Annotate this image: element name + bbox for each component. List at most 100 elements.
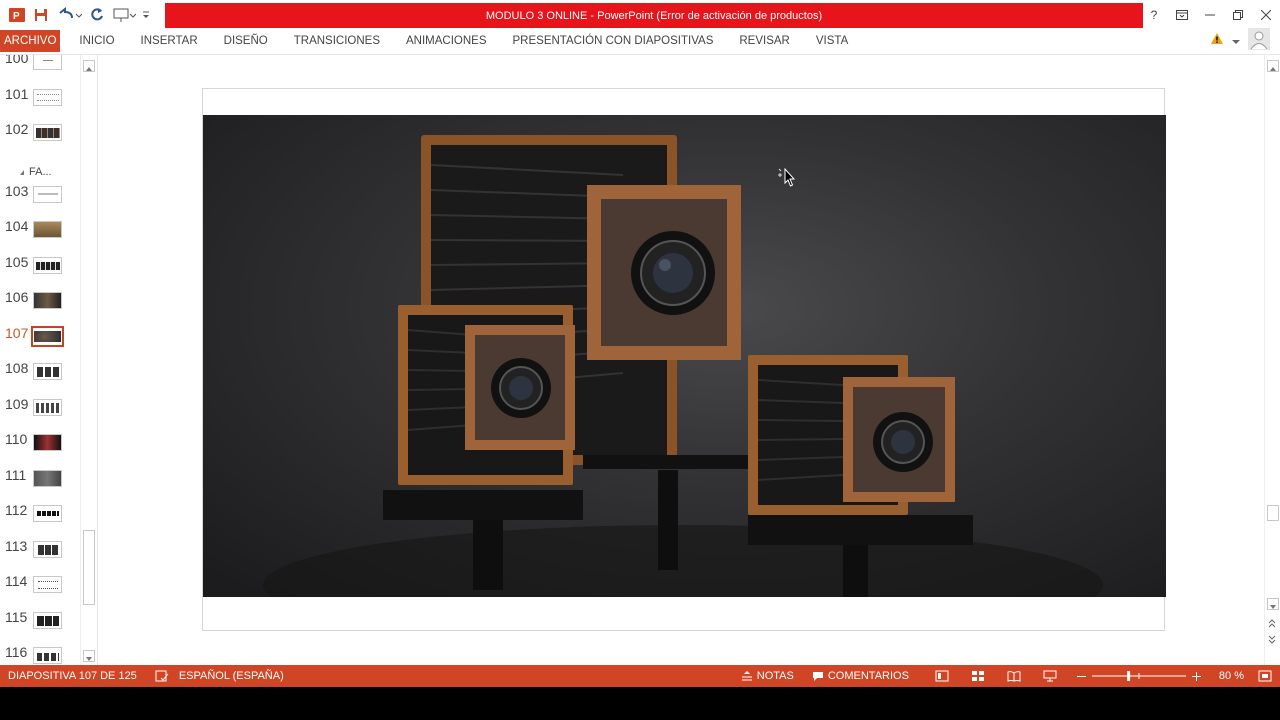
- thumbnail-slide-109[interactable]: 109: [0, 393, 80, 423]
- user-avatar-icon[interactable]: [1248, 27, 1270, 55]
- minimize-icon[interactable]: [1196, 0, 1224, 30]
- thumbnail-slide-110[interactable]: 110: [0, 428, 80, 458]
- previous-slide-icon[interactable]: [1267, 615, 1279, 628]
- quick-access-toolbar: P: [0, 0, 152, 30]
- comments-icon: [812, 671, 823, 681]
- slide-counter[interactable]: DIAPOSITIVA 107 DE 125: [8, 670, 137, 682]
- scroll-thumb[interactable]: [83, 530, 95, 605]
- fit-slide-icon[interactable]: [1258, 670, 1272, 682]
- thumbnail-slide-111[interactable]: 111: [0, 464, 80, 494]
- status-left: DIAPOSITIVA 107 DE 125 ESPAÑOL (ESPAÑA): [0, 665, 284, 687]
- thumbnail-number: 106: [5, 289, 29, 305]
- thumbnail-image: [33, 612, 62, 629]
- thumbnail-image: [33, 55, 62, 70]
- help-button[interactable]: ?: [1140, 0, 1168, 30]
- thumbnail-number: 110: [5, 431, 28, 447]
- thumbnail-number: 100: [5, 55, 29, 66]
- slide-thumbnails-panel[interactable]: 100 101 102 FA... 103 104 105 106 107 10…: [0, 55, 80, 665]
- restore-icon[interactable]: [1224, 0, 1252, 30]
- window-controls: ?: [1140, 0, 1280, 30]
- current-slide[interactable]: [202, 88, 1166, 631]
- thumbnail-slide-101[interactable]: 101: [0, 83, 80, 113]
- tab-vista[interactable]: VISTA: [803, 30, 861, 52]
- save-icon[interactable]: [30, 4, 52, 26]
- normal-view-icon[interactable]: [935, 670, 949, 682]
- thumbnail-slide-105[interactable]: 105: [0, 251, 80, 281]
- account-area: [1210, 27, 1270, 55]
- thumbnail-image: [33, 576, 62, 593]
- notes-button[interactable]: NOTAS: [741, 670, 794, 682]
- thumbnail-number: 107: [5, 325, 29, 341]
- tab-animaciones[interactable]: ANIMACIONES: [393, 30, 500, 52]
- section-label: FA...: [29, 166, 52, 178]
- scroll-up-icon[interactable]: [1267, 60, 1279, 72]
- thumbnail-slide-106[interactable]: 106: [0, 286, 80, 316]
- thumbnail-slide-113[interactable]: 113: [0, 535, 80, 565]
- slideshow-view-icon[interactable]: [1043, 670, 1057, 682]
- ribbon-display-options-icon[interactable]: [1168, 0, 1196, 30]
- slide-scrollbar[interactable]: [1264, 55, 1280, 665]
- customize-qat-icon[interactable]: [140, 4, 152, 26]
- comments-label: COMENTARIOS: [827, 670, 909, 682]
- thumbnail-image: [33, 186, 62, 203]
- undo-icon[interactable]: [54, 4, 84, 26]
- thumbnail-slide-102[interactable]: 102: [0, 118, 80, 148]
- thumbnails-scrollbar[interactable]: [80, 55, 96, 665]
- scroll-down-icon[interactable]: [83, 650, 95, 662]
- tab-transiciones[interactable]: TRANSICIONES: [281, 30, 393, 52]
- tab-diseno[interactable]: DISEÑO: [211, 30, 281, 52]
- spelling-check-icon[interactable]: [155, 670, 169, 682]
- slide-editing-area[interactable]: [97, 55, 1264, 665]
- close-icon[interactable]: [1252, 0, 1280, 30]
- thumbnail-slide-104[interactable]: 104: [0, 215, 80, 245]
- mouse-cursor-icon: [777, 167, 799, 191]
- section-header[interactable]: FA...: [20, 164, 80, 180]
- tab-archivo[interactable]: ARCHIVO: [0, 30, 61, 52]
- thumbnail-image: [33, 647, 62, 664]
- thumbnail-image: [33, 89, 62, 106]
- next-slide-icon[interactable]: [1267, 631, 1279, 644]
- thumbnail-slide-112[interactable]: 112: [0, 499, 80, 529]
- thumbnail-slide-108[interactable]: 108: [0, 357, 80, 387]
- thumbnail-number: 112: [5, 502, 28, 518]
- collapse-triangle-icon[interactable]: [20, 169, 24, 175]
- tab-inicio[interactable]: INICIO: [66, 30, 127, 52]
- scroll-up-icon[interactable]: [83, 60, 95, 72]
- redo-icon[interactable]: [86, 4, 108, 26]
- tab-insertar[interactable]: INSERTAR: [128, 30, 211, 52]
- zoom-slider-thumb[interactable]: [1127, 671, 1131, 681]
- thumbnail-image: [33, 399, 62, 416]
- language-label[interactable]: ESPAÑOL (ESPAÑA): [179, 670, 284, 682]
- comments-button[interactable]: COMENTARIOS: [812, 670, 909, 682]
- thumbnail-number: 116: [5, 644, 28, 660]
- thumbnail-slide-100[interactable]: 100: [0, 55, 80, 77]
- reading-view-icon[interactable]: [1007, 670, 1021, 682]
- notes-label: NOTAS: [756, 670, 794, 682]
- thumbnail-number: 111: [5, 467, 27, 483]
- thumbnail-image: [33, 221, 62, 238]
- scroll-down-icon[interactable]: [1267, 598, 1279, 610]
- zoom-in-icon[interactable]: [1191, 671, 1201, 681]
- thumbnail-image: [33, 292, 62, 309]
- thumbnail-number: 105: [5, 254, 29, 270]
- tab-presentacion[interactable]: PRESENTACIÓN CON DIAPOSITIVAS: [500, 30, 727, 52]
- status-right: NOTAS COMENTARIOS 80 %: [741, 665, 1272, 687]
- thumbnail-slide-115[interactable]: 115: [0, 606, 80, 636]
- thumbnail-slide-103[interactable]: 103: [0, 180, 80, 210]
- zoom-out-icon[interactable]: [1076, 672, 1086, 681]
- tab-revisar[interactable]: REVISAR: [726, 30, 803, 52]
- zoom-slider[interactable]: [1091, 670, 1186, 682]
- notes-icon: [741, 671, 752, 681]
- present-from-start-icon[interactable]: [110, 4, 138, 26]
- scroll-thumb[interactable]: [1267, 505, 1279, 521]
- powerpoint-logo-icon[interactable]: P: [6, 4, 28, 26]
- zoom-level[interactable]: 80 %: [1219, 670, 1244, 682]
- thumbnail-slide-114[interactable]: 114: [0, 570, 80, 600]
- thumbnail-number: 109: [5, 396, 29, 412]
- warning-icon[interactable]: [1210, 32, 1224, 50]
- thumbnail-slide-107[interactable]: 107: [0, 322, 80, 352]
- slide-photo-large-format-cameras[interactable]: [203, 115, 1166, 597]
- slide-sorter-view-icon[interactable]: [971, 670, 985, 682]
- thumbnail-slide-116[interactable]: 116: [0, 641, 80, 665]
- account-dropdown-icon[interactable]: [1232, 32, 1240, 50]
